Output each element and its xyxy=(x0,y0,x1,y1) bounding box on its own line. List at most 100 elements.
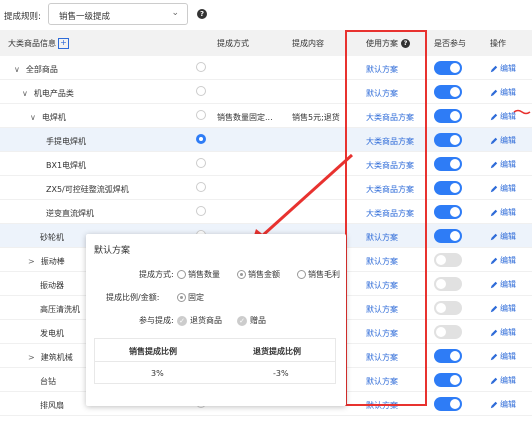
edit-button[interactable]: 编辑 xyxy=(490,87,516,98)
pencil-icon xyxy=(490,209,498,216)
edit-button[interactable]: 编辑 xyxy=(490,63,516,74)
row-name: ∨ 机电产品类 xyxy=(22,89,74,98)
chevron-down-icon[interactable]: ∨ xyxy=(14,65,20,74)
row-name: > 振动棒 xyxy=(28,257,65,266)
edit-button[interactable]: 编辑 xyxy=(490,207,516,218)
pencil-icon xyxy=(490,329,498,336)
sales-ratio-header: 销售提成比例 xyxy=(129,347,177,356)
sales-ratio-value: 3% xyxy=(151,369,164,378)
row-radio[interactable] xyxy=(196,110,206,120)
row-radio[interactable] xyxy=(196,134,206,144)
edit-button[interactable]: 编辑 xyxy=(490,183,516,194)
row-name: 排风扇 xyxy=(40,401,64,410)
help-icon[interactable]: ? xyxy=(197,9,207,19)
chevron-down-icon: ⌄ xyxy=(171,8,179,18)
popup-title: 默认方案 xyxy=(94,246,131,256)
method-option-amount[interactable]: 销售金额 xyxy=(237,269,280,280)
edit-button[interactable]: 编辑 xyxy=(490,231,516,242)
participate-toggle[interactable] xyxy=(434,373,462,387)
header-participate: 是否参与 xyxy=(434,39,466,48)
participate-toggle[interactable] xyxy=(434,397,462,411)
edit-button[interactable]: 编辑 xyxy=(490,135,516,146)
participate-toggle[interactable] xyxy=(434,109,462,123)
chevron-right-icon[interactable]: > xyxy=(28,353,35,362)
plan-column-highlight xyxy=(345,30,427,406)
row-name: > 建筑机械 xyxy=(28,353,73,362)
row-name: 振动器 xyxy=(40,281,64,290)
rule-select[interactable]: 销售一级提成 ⌄ xyxy=(48,3,188,25)
row-radio[interactable] xyxy=(196,86,206,96)
row-name: ∨ 电焊机 xyxy=(30,113,66,122)
row-radio[interactable] xyxy=(196,206,206,216)
plan-popup: 默认方案 提成方式: 销售数量 销售金额 销售毛利 提成比例/金额: 固定 参与… xyxy=(86,234,346,406)
table-row[interactable]: 逆变直流焊机 大类商品方案 编辑 xyxy=(0,200,532,224)
pencil-icon xyxy=(490,281,498,288)
table-row[interactable]: 手提电焊机 大类商品方案 编辑 xyxy=(0,128,532,152)
participate-option-gifts[interactable]: ✓ 赠品 xyxy=(237,315,266,326)
chevron-down-icon[interactable]: ∨ xyxy=(30,113,36,122)
method-option-quantity[interactable]: 销售数量 xyxy=(177,269,220,280)
pencil-icon xyxy=(490,137,498,144)
return-ratio-header: 退货提成比例 xyxy=(253,347,301,356)
row-content: 销售5元;退货 xyxy=(292,113,340,122)
check-icon: ✓ xyxy=(237,315,247,326)
pencil-icon xyxy=(490,161,498,168)
row-method: 销售数量固定... xyxy=(217,113,273,122)
table-header: 大类商品信息 + 提成方式 提成内容 使用方案? 是否参与 操作 xyxy=(0,30,532,56)
chevron-down-icon[interactable]: ∨ xyxy=(22,89,28,98)
popup-ratio-table: 销售提成比例 退货提成比例 3% -3% xyxy=(94,338,336,384)
row-name: 高压清洗机 xyxy=(40,305,80,314)
edit-button[interactable]: 编辑 xyxy=(490,303,516,314)
participate-toggle[interactable] xyxy=(434,85,462,99)
header-method: 提成方式 xyxy=(217,39,249,48)
participate-toggle[interactable] xyxy=(434,205,462,219)
edit-button[interactable]: 编辑 xyxy=(490,375,516,386)
table-row[interactable]: ∨ 全部商品 默认方案 编辑 xyxy=(0,56,532,80)
pencil-icon xyxy=(490,401,498,408)
edit-button[interactable]: 编辑 xyxy=(490,279,516,290)
participate-toggle[interactable] xyxy=(434,181,462,195)
expand-all-icon[interactable]: + xyxy=(58,38,69,49)
rule-select-value: 销售一级提成 xyxy=(59,12,111,22)
participate-toggle[interactable] xyxy=(434,253,462,267)
participate-option-returns[interactable]: ✓ 退货商品 xyxy=(177,315,222,326)
participate-toggle[interactable] xyxy=(434,61,462,75)
participate-toggle[interactable] xyxy=(434,277,462,291)
edit-button[interactable]: 编辑 xyxy=(490,255,516,266)
header-category: 大类商品信息 + xyxy=(8,38,69,49)
rule-label: 提成规则: xyxy=(4,12,41,22)
pencil-icon xyxy=(490,257,498,264)
edit-button[interactable]: 编辑 xyxy=(490,351,516,362)
row-name: 发电机 xyxy=(40,329,64,338)
ratio-option-fixed[interactable]: 固定 xyxy=(177,292,204,303)
pencil-icon xyxy=(490,185,498,192)
table-row[interactable]: ZX5/可控硅整流弧焊机 大类商品方案 编辑 xyxy=(0,176,532,200)
row-name: ∨ 全部商品 xyxy=(14,65,58,74)
participate-toggle[interactable] xyxy=(434,325,462,339)
table-row[interactable]: ∨ 电焊机 销售数量固定... 销售5元;退货 大类商品方案 编辑 xyxy=(0,104,532,128)
row-radio[interactable] xyxy=(196,182,206,192)
chevron-right-icon[interactable]: > xyxy=(28,257,35,266)
pencil-icon xyxy=(490,113,498,120)
edit-button[interactable]: 编辑 xyxy=(490,111,516,122)
row-name: ZX5/可控硅整流弧焊机 xyxy=(46,185,129,194)
row-name: 逆变直流焊机 xyxy=(46,209,94,218)
edit-button[interactable]: 编辑 xyxy=(490,327,516,338)
header-content: 提成内容 xyxy=(292,39,324,48)
participate-toggle[interactable] xyxy=(434,157,462,171)
return-ratio-value: -3% xyxy=(273,369,289,378)
participate-toggle[interactable] xyxy=(434,301,462,315)
participate-toggle[interactable] xyxy=(434,229,462,243)
table-row[interactable]: ∨ 机电产品类 默认方案 编辑 xyxy=(0,80,532,104)
method-option-profit[interactable]: 销售毛利 xyxy=(297,269,340,280)
participate-toggle[interactable] xyxy=(434,133,462,147)
pencil-icon xyxy=(490,305,498,312)
participate-toggle[interactable] xyxy=(434,349,462,363)
row-radio[interactable] xyxy=(196,62,206,72)
row-radio[interactable] xyxy=(196,158,206,168)
table-row[interactable]: BX1电焊机 大类商品方案 编辑 xyxy=(0,152,532,176)
pencil-icon xyxy=(490,89,498,96)
edit-button[interactable]: 编辑 xyxy=(490,159,516,170)
ratio-label: 提成比例/金额: xyxy=(106,293,160,302)
edit-button[interactable]: 编辑 xyxy=(490,399,516,410)
